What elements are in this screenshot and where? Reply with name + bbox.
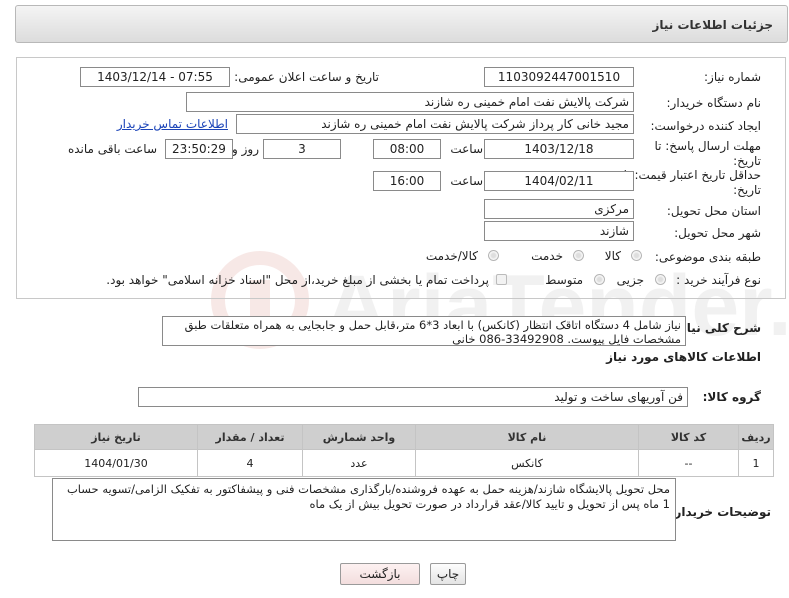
category-service-radio[interactable] xyxy=(573,250,584,261)
buyer-notes-text: محل تحویل پالایشگاه شازند/هزینه حمل به ع… xyxy=(52,478,676,541)
category-goods-label: کالا xyxy=(604,249,621,263)
deadline-label: مهلت ارسال پاسخ: تا تاریخ: xyxy=(654,139,761,168)
buyer-notes-label: توضیحات خریدار: xyxy=(669,505,771,519)
col-row: ردیف xyxy=(738,424,774,450)
cell-unit: عدد xyxy=(302,449,416,477)
province-field: مرکزی xyxy=(484,199,634,219)
buyer-field: شرکت پالایش نفت امام خمینی ره شازند xyxy=(186,92,634,112)
days-label: روز و xyxy=(232,142,259,156)
announce-label: تاریخ و ساعت اعلان عمومی: xyxy=(234,70,379,84)
remaining-label: ساعت باقی مانده xyxy=(67,142,157,156)
print-button[interactable]: چاپ xyxy=(430,563,466,585)
city-field: شازند xyxy=(484,221,634,241)
validity-date-field: 1404/02/11 xyxy=(484,171,634,191)
goods-group-label: گروه کالا: xyxy=(702,390,761,404)
cell-row: 1 xyxy=(738,449,774,477)
goods-group-field: فن آوریهای ساخت و تولید xyxy=(138,387,688,407)
buyer-label: نام دستگاه خریدار: xyxy=(666,96,762,110)
announce-date-field: 1403/12/14 - 07:55 xyxy=(80,67,230,87)
table-row: 1 -- کانکس عدد 4 1404/01/30 xyxy=(34,449,774,477)
need-number-label: شماره نیاز: xyxy=(704,70,761,84)
category-service-label: خدمت xyxy=(531,249,563,263)
treasury-payment-checkbox[interactable] xyxy=(496,274,507,285)
category-goods-radio[interactable] xyxy=(631,250,642,261)
page-header: جزئیات اطلاعات نیاز xyxy=(15,5,788,43)
cell-code: -- xyxy=(638,449,739,477)
province-label: استان محل تحویل: xyxy=(666,204,761,218)
creator-label: ایجاد کننده درخواست: xyxy=(650,119,761,133)
goods-section-title: اطلاعات کالاهای مورد نیاز xyxy=(606,350,761,364)
days-field: 3 xyxy=(263,139,341,159)
col-code: کد کالا xyxy=(638,424,739,450)
deadline-time-field: 08:00 xyxy=(373,139,441,159)
description-label: شرح کلی نیاز: xyxy=(675,321,761,335)
treasury-payment-note: پرداخت تمام یا بخشی از مبلغ خرید،از محل … xyxy=(106,273,489,287)
col-date: تاریخ نیاز xyxy=(34,424,198,450)
process-medium-label: متوسط xyxy=(545,273,583,287)
col-unit: واحد شمارش xyxy=(302,424,416,450)
process-medium-radio[interactable] xyxy=(594,274,605,285)
back-button[interactable]: بازگشت xyxy=(340,563,420,585)
cell-name: کانکس xyxy=(415,449,639,477)
need-number-field: 1103092447001510 xyxy=(484,67,634,87)
category-both-label: کالا/خدمت xyxy=(425,249,478,263)
city-label: شهر محل تحویل: xyxy=(674,226,761,240)
deadline-time-label: ساعت xyxy=(450,142,483,156)
creator-field: مجید خانی کار پرداز شرکت پالایش نفت امام… xyxy=(236,114,634,134)
deadline-date-field: 1403/12/18 xyxy=(484,139,634,159)
goods-table-header: ردیف کد کالا نام کالا واحد شمارش تعداد /… xyxy=(34,424,774,450)
description-text: نیاز شامل 4 دستگاه اتاقک انتظار (کانکس) … xyxy=(162,316,686,346)
process-label: نوع فرآیند خرید : xyxy=(676,273,761,287)
process-minor-label: جزیی xyxy=(616,273,644,287)
page-title: جزئیات اطلاعات نیاز xyxy=(652,18,773,32)
validity-time-field: 16:00 xyxy=(373,171,441,191)
category-label: طبقه بندی موضوعی: xyxy=(654,250,761,264)
cell-qty: 4 xyxy=(197,449,303,477)
col-name: نام کالا xyxy=(415,424,639,450)
category-both-radio[interactable] xyxy=(488,250,499,261)
goods-table: ردیف کد کالا نام کالا واحد شمارش تعداد /… xyxy=(34,424,774,477)
process-minor-radio[interactable] xyxy=(655,274,666,285)
cell-date: 1404/01/30 xyxy=(34,449,198,477)
remaining-time-field: 23:50:29 xyxy=(165,139,233,159)
col-qty: تعداد / مقدار xyxy=(197,424,303,450)
buyer-contact-link[interactable]: اطلاعات تماس خریدار xyxy=(117,117,228,131)
validity-time-label: ساعت xyxy=(450,174,483,188)
